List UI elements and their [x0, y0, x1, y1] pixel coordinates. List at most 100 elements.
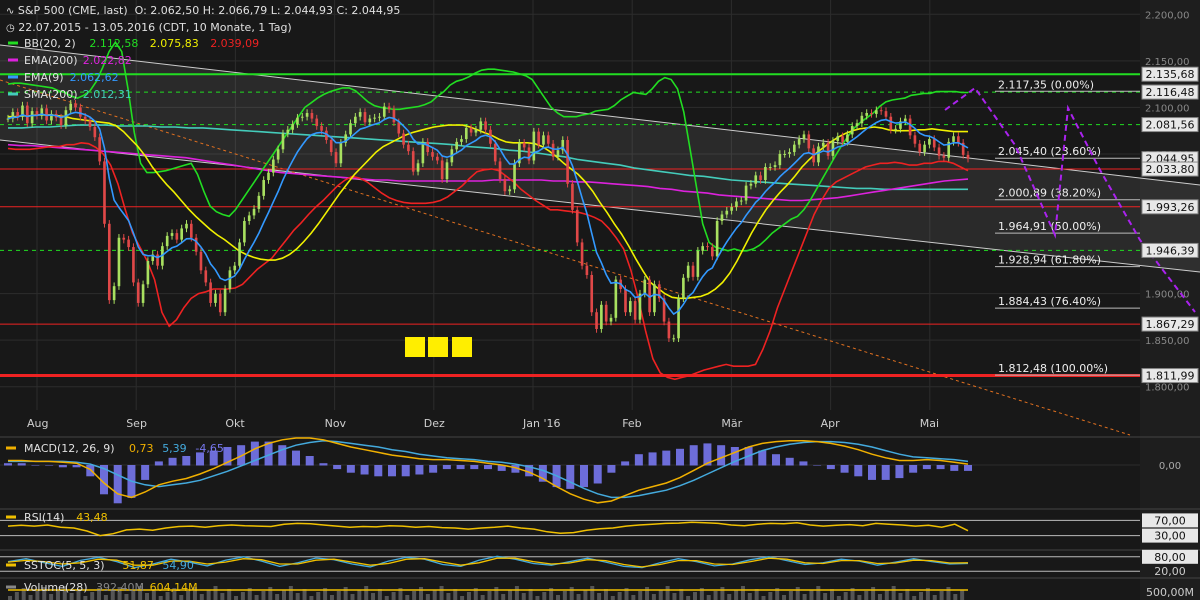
- volume-bar: [439, 586, 444, 600]
- candle-body: [609, 317, 613, 322]
- macd-histogram-bar: [346, 465, 355, 473]
- candle-body: [469, 127, 473, 133]
- volume-bar: [556, 595, 560, 600]
- candle-body: [846, 134, 849, 142]
- candle-body: [373, 117, 376, 119]
- candle-body: [966, 154, 970, 159]
- volume-bar: [90, 592, 95, 600]
- candle-body: [98, 137, 101, 162]
- volume-bar: [336, 591, 341, 600]
- ohlc-values: O: 2.062,50 H: 2.066,79 L: 2.044,93 C: 2…: [134, 4, 401, 17]
- candle-body: [233, 265, 237, 271]
- macd-histogram-bar: [909, 465, 918, 473]
- volume-legend-label: Volume(28): [24, 581, 88, 594]
- fib-level-label: 2.000,89 (38.20%): [998, 187, 1101, 200]
- macd-histogram-bar: [662, 450, 671, 466]
- macd-histogram-bar: [45, 465, 54, 466]
- candle-body: [349, 123, 352, 135]
- volume-bar: [734, 590, 739, 600]
- candle-body: [575, 209, 579, 243]
- volume-bar: [14, 592, 19, 600]
- candle-body: [672, 338, 676, 340]
- clock-icon: ◷: [6, 23, 15, 34]
- candle-body: [928, 139, 931, 145]
- candle-body: [566, 140, 569, 184]
- y-tick-label: 1.800,00: [1145, 383, 1190, 394]
- candle-body: [127, 239, 130, 248]
- volume-bar: [686, 596, 691, 600]
- candle-body: [600, 304, 603, 329]
- volume-bar: [521, 593, 526, 600]
- fib-level-label: 1.928,94 (61.80%): [998, 254, 1101, 267]
- macd-histogram-bar: [621, 461, 630, 466]
- x-tick-label: Mai: [920, 417, 939, 430]
- candle-body: [653, 284, 656, 313]
- candle-body: [69, 103, 73, 111]
- candle-body: [334, 152, 338, 164]
- volume-bar: [480, 595, 485, 600]
- macd-histogram-bar: [593, 465, 602, 484]
- candle-body: [889, 116, 893, 130]
- volume-bar: [884, 590, 889, 600]
- macd-histogram-bar: [401, 465, 410, 477]
- macd-axis-tick: 0,00: [1159, 461, 1181, 472]
- candle-body: [276, 149, 280, 160]
- candle-body: [228, 270, 232, 289]
- volume-bar: [891, 586, 896, 600]
- candle-body: [836, 136, 840, 141]
- macd-histogram-bar: [826, 465, 835, 470]
- fib-level-label: 1.884,43 (76.40%): [998, 295, 1101, 308]
- volume-bar: [610, 596, 615, 600]
- macd-histogram-bar: [319, 463, 328, 466]
- candle-body: [257, 195, 261, 209]
- volume-bar: [912, 596, 917, 600]
- candle-body: [764, 167, 767, 181]
- macd-histogram-bar: [868, 465, 876, 480]
- macd-histogram-bar: [689, 445, 698, 466]
- candle-body: [363, 112, 367, 123]
- volume-bar: [823, 593, 828, 600]
- y-tick-label: 2.200,00: [1145, 10, 1190, 21]
- candle-body: [132, 247, 135, 283]
- volume-bar: [234, 596, 239, 600]
- candle-body: [686, 265, 690, 278]
- candle-body: [281, 133, 285, 150]
- candle-body: [730, 207, 733, 211]
- candle-body: [397, 122, 401, 134]
- rsi-axis-tick: 30,00: [1154, 530, 1186, 543]
- fib-level-label: 2.117,35 (0.00%): [998, 78, 1094, 91]
- y-tick-label: 1.850,00: [1145, 336, 1190, 347]
- volume-bar: [542, 592, 547, 600]
- rsi-legend-label: RSI(14): [24, 511, 64, 524]
- candle-body: [214, 293, 217, 303]
- candle-body: [546, 135, 550, 144]
- volume-bar: [487, 591, 492, 600]
- candle-body: [339, 142, 343, 164]
- macd-histogram-bar: [72, 465, 81, 468]
- volume-bar: [693, 592, 697, 600]
- candle-body: [682, 277, 685, 299]
- macd-histogram-bar: [154, 461, 163, 466]
- macd-histogram-bar: [292, 450, 300, 466]
- candle-body: [262, 180, 265, 196]
- candle-body: [88, 120, 92, 127]
- candle-body: [74, 103, 77, 108]
- volume-bar: [49, 594, 54, 600]
- volume-bar: [597, 593, 602, 600]
- volume-bar: [843, 592, 848, 600]
- candle-body: [821, 142, 825, 147]
- candle-body: [706, 246, 709, 248]
- fib-level-label: 1.812,48 (100.00%): [998, 362, 1108, 375]
- volume-bar: [350, 594, 355, 600]
- volume-bar: [816, 586, 821, 600]
- candle-body: [696, 250, 700, 277]
- candle-body: [870, 113, 873, 114]
- candle-body: [296, 117, 299, 125]
- volume-bar: [665, 586, 670, 600]
- volume-bar: [8, 596, 12, 600]
- candle-body: [585, 265, 589, 275]
- candle-body: [407, 144, 410, 152]
- candle-body: [243, 221, 246, 243]
- candle-body: [850, 126, 854, 135]
- candle-body: [884, 111, 888, 117]
